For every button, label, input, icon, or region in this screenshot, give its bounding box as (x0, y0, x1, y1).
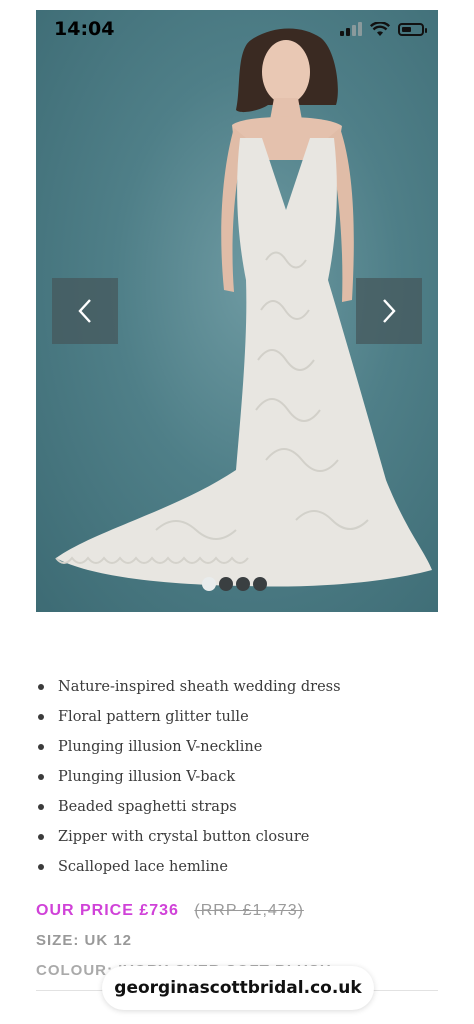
size-label: SIZE: UK 12 (36, 932, 133, 949)
gallery-dot[interactable] (219, 577, 233, 591)
website-watermark: georginascottbridal.co.uk (102, 966, 374, 1010)
chevron-right-icon (383, 299, 396, 323)
wifi-icon (370, 21, 390, 36)
gallery-dot[interactable] (253, 577, 267, 591)
bullet-icon (38, 684, 44, 690)
cellular-signal-icon (340, 22, 362, 36)
gallery-pagination (202, 577, 267, 591)
chevron-left-icon (78, 299, 91, 323)
status-bar: 14:04 (36, 10, 438, 48)
feature-item: Floral pattern glitter tulle (38, 702, 341, 732)
feature-item: Scalloped lace hemline (38, 852, 341, 882)
feature-item: Beaded spaghetti straps (38, 792, 341, 822)
bullet-icon (38, 834, 44, 840)
bullet-icon (38, 804, 44, 810)
gallery-dot[interactable] (202, 577, 216, 591)
feature-item: Nature-inspired sheath wedding dress (38, 672, 341, 702)
feature-item: Plunging illusion V-back (38, 762, 341, 792)
previous-image-button[interactable] (52, 278, 118, 344)
battery-icon (398, 22, 427, 36)
bullet-icon (38, 864, 44, 870)
bullet-icon (38, 714, 44, 720)
price-info: OUR PRICE £736 (RRP £1,473) (36, 902, 304, 920)
status-icons (340, 21, 427, 37)
product-image-gallery[interactable] (36, 10, 438, 612)
bullet-icon (38, 744, 44, 750)
rrp-price: (RRP £1,473) (194, 902, 304, 919)
next-image-button[interactable] (356, 278, 422, 344)
bullet-icon (38, 774, 44, 780)
status-time: 14:04 (54, 18, 115, 40)
our-price: OUR PRICE £736 (36, 902, 179, 919)
feature-item: Zipper with crystal button closure (38, 822, 341, 852)
product-features-list: Nature-inspired sheath wedding dress Flo… (38, 672, 341, 882)
feature-item: Plunging illusion V-neckline (38, 732, 341, 762)
gallery-dot[interactable] (236, 577, 250, 591)
